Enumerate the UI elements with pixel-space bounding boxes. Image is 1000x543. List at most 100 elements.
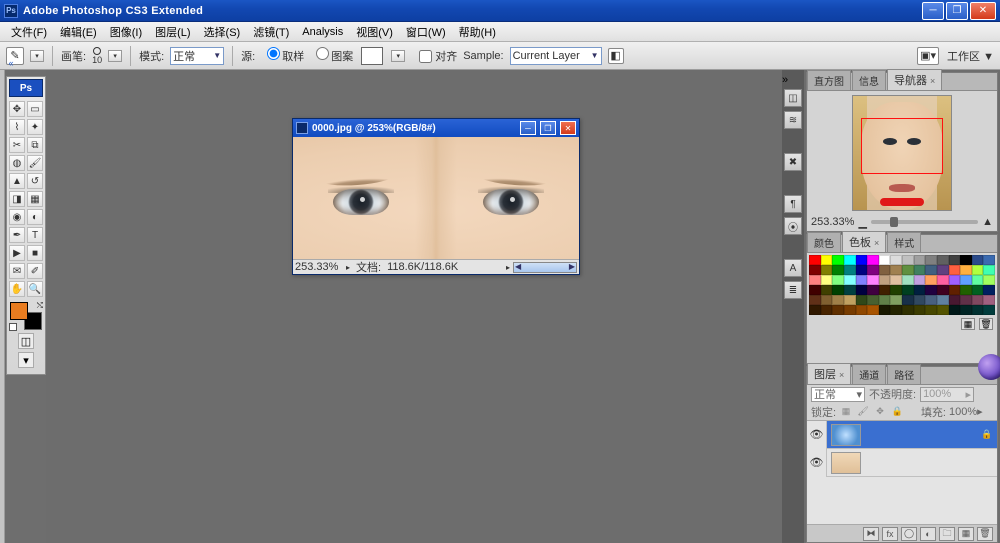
swatch-cell[interactable] [972, 265, 984, 275]
swatch-cell[interactable] [890, 265, 902, 275]
swatch-cell[interactable] [925, 255, 937, 265]
dodge-tool[interactable]: ◐ [27, 209, 43, 225]
default-colors-icon[interactable] [9, 323, 17, 331]
menu-image[interactable]: 图像(I) [104, 22, 148, 42]
delete-layer-button[interactable]: 🗑 [977, 527, 993, 541]
visibility-eye-icon[interactable]: 👁 [807, 449, 827, 477]
swatch-cell[interactable] [832, 285, 844, 295]
document-canvas[interactable] [293, 137, 579, 259]
swatch-cell[interactable] [914, 255, 926, 265]
swatch-cell[interactable] [821, 285, 833, 295]
brush-preview-icon[interactable] [93, 47, 101, 55]
zoom-tool[interactable]: 🔍 [27, 281, 43, 297]
swatch-cell[interactable] [983, 295, 995, 305]
dock-actions-icon[interactable]: ✖ [784, 153, 802, 171]
swatch-cell[interactable] [856, 255, 868, 265]
tab-info[interactable]: 信息 [852, 70, 886, 90]
swatch-cell[interactable] [960, 275, 972, 285]
layer-row[interactable]: 👁 🔒 [807, 421, 997, 449]
swatch-cell[interactable] [890, 275, 902, 285]
swatch-cell[interactable] [856, 285, 868, 295]
swatch-cell[interactable] [925, 275, 937, 285]
align-checkbox[interactable]: 对齐 [411, 48, 457, 64]
new-layer-button[interactable]: ▦ [958, 527, 974, 541]
swatch-cell[interactable] [809, 305, 821, 315]
swatch-cell[interactable] [867, 265, 879, 275]
swatch-cell[interactable] [821, 305, 833, 315]
lock-all-icon[interactable]: 🔒 [890, 405, 904, 419]
swatch-cell[interactable] [809, 265, 821, 275]
marquee-tool[interactable]: ▭ [27, 101, 43, 117]
swatch-cell[interactable] [809, 285, 821, 295]
navigator-zoom-field[interactable]: 253.33% [811, 216, 854, 228]
swatch-cell[interactable] [972, 275, 984, 285]
swatch-cell[interactable] [925, 265, 937, 275]
swatch-cell[interactable] [949, 255, 961, 265]
swatch-cell[interactable] [867, 255, 879, 265]
swatch-cell[interactable] [902, 285, 914, 295]
dock-layers-icon[interactable]: ≣ [784, 281, 802, 299]
opacity-field[interactable]: 100%▸ [920, 387, 974, 402]
maximize-button[interactable]: ❐ [946, 2, 968, 20]
stamp-tool[interactable]: ▲ [9, 173, 25, 189]
swatch-cell[interactable] [972, 285, 984, 295]
swatch-cell[interactable] [949, 265, 961, 275]
zoom-slider[interactable] [871, 220, 978, 224]
swatch-cell[interactable] [925, 285, 937, 295]
layer-row[interactable]: 👁 [807, 449, 997, 477]
swatch-cell[interactable] [879, 285, 891, 295]
swatch-cell[interactable] [949, 305, 961, 315]
pen-tool[interactable]: ✒ [9, 227, 25, 243]
swatch-cell[interactable] [949, 295, 961, 305]
layer-fx-button[interactable]: fx [882, 527, 898, 541]
menu-layer[interactable]: 图层(L) [149, 22, 196, 42]
dock-histogram-icon[interactable]: ◫ [784, 89, 802, 107]
swatch-cell[interactable] [983, 305, 995, 315]
swatch-cell[interactable] [960, 305, 972, 315]
swatch-cell[interactable] [867, 295, 879, 305]
swatch-cell[interactable] [809, 275, 821, 285]
tab-histogram[interactable]: 直方图 [807, 70, 851, 90]
swatch-cell[interactable] [983, 265, 995, 275]
swatch-cell[interactable] [937, 265, 949, 275]
swatch-cell[interactable] [902, 275, 914, 285]
document-window[interactable]: 0000.jpg @ 253%(RGB/8#) ─ ❐ ✕ 253.33% ▸ … [292, 118, 580, 275]
lasso-tool[interactable]: ⌇ [9, 119, 25, 135]
tab-styles[interactable]: 样式 [887, 232, 921, 252]
go-bridge-icon[interactable]: ▣▾ [917, 47, 939, 65]
swatch-cell[interactable] [809, 255, 821, 265]
quickmask-toggle[interactable]: ◫ [18, 333, 34, 349]
swatch-cell[interactable] [902, 265, 914, 275]
swatch-cell[interactable] [925, 295, 937, 305]
history-brush-tool[interactable]: ↺ [27, 173, 43, 189]
adjustment-layer-button[interactable]: ◐ [920, 527, 936, 541]
lock-transparent-icon[interactable]: ▦ [839, 405, 853, 419]
swatch-cell[interactable] [960, 285, 972, 295]
foreground-color[interactable] [10, 302, 28, 320]
swatch-cell[interactable] [832, 305, 844, 315]
swatch-cell[interactable] [937, 295, 949, 305]
tool-preset-dropdown[interactable]: ▾ [30, 50, 44, 62]
layer-thumbnail[interactable] [831, 452, 861, 474]
hand-tool[interactable]: ✋ [9, 281, 25, 297]
swatch-cell[interactable] [879, 275, 891, 285]
swatch-cell[interactable] [879, 255, 891, 265]
eraser-tool[interactable]: ◨ [9, 191, 25, 207]
gradient-tool[interactable]: ▦ [27, 191, 43, 207]
mode-select[interactable]: 正常▼ [170, 47, 224, 65]
zoom-field[interactable]: 253.33% [295, 261, 343, 273]
workspace-menu[interactable]: 工作区 ▼ [947, 48, 994, 64]
source-sample-radio[interactable]: 取样 [261, 47, 304, 64]
swatch-cell[interactable] [983, 255, 995, 265]
fill-field[interactable]: 100%▸ [949, 405, 993, 418]
swatch-cell[interactable] [856, 305, 868, 315]
swatch-cell[interactable] [844, 285, 856, 295]
swatch-cell[interactable] [844, 305, 856, 315]
swatch-cell[interactable] [856, 265, 868, 275]
visibility-eye-icon[interactable]: 👁 [807, 421, 827, 449]
menu-edit[interactable]: 编辑(E) [54, 22, 103, 42]
dock-history-icon[interactable]: ≋ [784, 111, 802, 129]
type-tool[interactable]: T [27, 227, 43, 243]
menu-filter[interactable]: 滤镜(T) [247, 22, 295, 42]
swatch-cell[interactable] [879, 305, 891, 315]
